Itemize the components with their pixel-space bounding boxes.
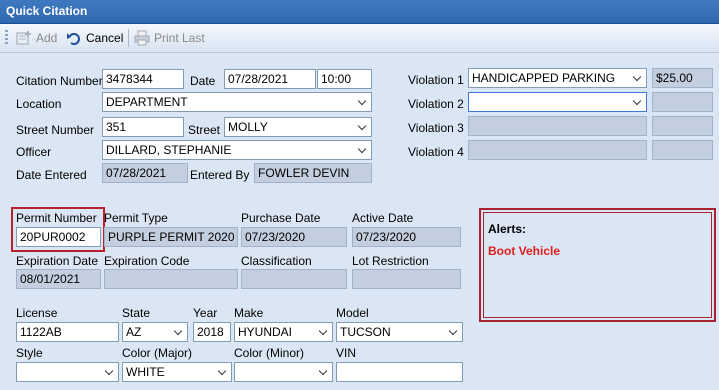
model-select[interactable]: TUCSON [336,322,463,342]
cancel-button[interactable]: Cancel [66,29,123,47]
expiration-date-field: 08/01/2021 [16,269,101,289]
violation3-select [468,116,647,136]
add-icon [16,31,31,45]
window-title: Quick Citation [6,4,88,18]
toolbar-separator [128,29,129,47]
citation-number-field[interactable]: 3478344 [102,69,184,89]
vin-field[interactable] [336,362,463,382]
style-label: Style [16,346,43,360]
classification-field [241,269,347,289]
toolbar-grip[interactable] [5,30,8,46]
lot-restriction-field [352,269,461,289]
license-field[interactable]: 1122AB [16,322,119,342]
color-major-select[interactable]: WHITE [122,362,232,382]
violation1-select[interactable]: HANDICAPPED PARKING [468,68,647,88]
entered-by-field: FOWLER DEVIN [254,163,372,183]
date-field[interactable]: 07/28/2021 [224,69,316,89]
print-last-label: Print Last [154,31,205,45]
toolbar: Add Cancel Print Last [0,24,719,53]
permit-type-label: Permit Type [104,211,168,225]
permit-number-field[interactable]: 20PUR0002 [16,227,101,247]
vin-label: VIN [336,346,357,360]
location-select[interactable]: DEPARTMENT [102,92,372,112]
style-select[interactable] [16,362,119,382]
active-date-field: 07/23/2020 [352,227,461,247]
street-number-field[interactable]: 351 [102,117,184,137]
street-label: Street [188,123,221,137]
violation2-label: Violation 2 [408,97,464,111]
classification-label: Classification [241,254,312,268]
make-select[interactable]: HYUNDAI [234,322,333,342]
year-label: Year [193,306,218,320]
violation1-amount: $25.00 [652,68,713,88]
model-label: Model [336,306,369,320]
location-label: Location [16,97,62,111]
violation4-select [468,140,647,160]
printer-icon [134,30,150,46]
entered-by-label: Entered By [190,168,250,182]
state-select[interactable]: AZ [122,322,188,342]
cancel-label: Cancel [86,31,124,45]
date-entered-label: Date Entered [16,168,87,182]
violation2-amount [652,92,713,112]
alert-item: Boot Vehicle [488,244,561,258]
violation2-select[interactable] [468,92,647,112]
expiration-date-label: Expiration Date [16,254,99,268]
alerts-panel: Alerts: Boot Vehicle [479,208,716,322]
add-button[interactable]: Add [16,29,57,47]
purchase-date-field: 07/23/2020 [241,227,347,247]
officer-label: Officer [16,145,52,159]
color-minor-label: Color (Minor) [234,346,305,360]
expiration-code-label: Expiration Code [104,254,190,268]
violation1-label: Violation 1 [408,73,464,87]
state-label: State [122,306,151,320]
undo-icon [67,33,80,45]
active-date-label: Active Date [352,211,414,225]
officer-select[interactable]: DILLARD, STEPHANIE [102,140,372,160]
violation3-label: Violation 3 [408,121,464,135]
make-label: Make [234,306,264,320]
violation4-amount [652,140,713,160]
street-number-label: Street Number [16,123,95,137]
street-select[interactable]: MOLLY [224,117,372,137]
violation4-label: Violation 4 [408,145,464,159]
citation-number-label: Citation Number [16,74,103,88]
permit-type-field: PURPLE PERMIT 2020 [104,227,238,247]
date-label: Date [190,74,216,88]
color-major-label: Color (Major) [122,346,193,360]
violation3-amount [652,116,713,136]
permit-number-label: Permit Number [16,211,97,225]
alerts-title: Alerts: [488,222,527,236]
year-field[interactable]: 2018 [193,322,231,342]
add-label: Add [36,31,58,45]
lot-restriction-label: Lot Restriction [352,254,429,268]
print-last-button[interactable]: Print Last [134,29,205,47]
color-minor-select[interactable] [234,362,333,382]
expiration-code-field [104,269,238,289]
window-titlebar: Quick Citation [0,0,719,24]
license-label: License [16,306,58,320]
time-field[interactable]: 10:00 [317,69,372,89]
date-entered-field: 07/28/2021 [102,163,188,183]
purchase-date-label: Purchase Date [241,211,321,225]
